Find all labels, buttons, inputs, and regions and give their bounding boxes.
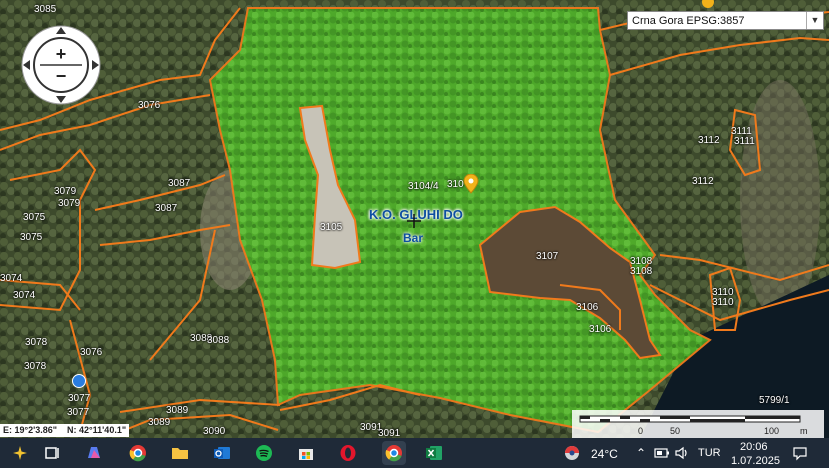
outlook-icon[interactable] xyxy=(212,443,232,463)
opera-icon[interactable] xyxy=(338,443,358,463)
parcel-label: 3104/4 xyxy=(408,181,439,192)
parcel-label: 3087 xyxy=(168,178,191,189)
place-subname: Bar xyxy=(403,231,424,245)
parcel-label: 3108 xyxy=(630,266,653,277)
parcel-label: 3079 xyxy=(58,198,81,209)
parcel-label: 3077 xyxy=(67,407,90,418)
crs-select[interactable]: Crna Gora EPSG:3857 ▼ xyxy=(627,11,824,30)
clock-time[interactable]: 20:06 xyxy=(740,441,768,453)
task-view-icon[interactable] xyxy=(42,443,62,463)
parcel-label: 3089 xyxy=(148,417,171,428)
longitude-value: E: 19°2'3.86" xyxy=(3,425,58,435)
coordinate-readout: E: 19°2'3.86" N: 42°11'40.1" xyxy=(0,424,130,437)
parcel-label: 3079 xyxy=(54,186,77,197)
chevron-down-icon[interactable]: ▼ xyxy=(806,12,823,29)
map-view[interactable]: 3085 3076 3079 3079 3075 3075 3087 3087 … xyxy=(0,0,829,438)
scale-unit-label: m xyxy=(800,426,808,436)
spotify-icon[interactable] xyxy=(254,443,274,463)
parcel-label: 3112 xyxy=(698,135,720,146)
chevron-up-icon[interactable]: ⌃ xyxy=(636,446,646,460)
file-explorer-icon[interactable] xyxy=(170,443,190,463)
parcel-label: 3106 xyxy=(589,324,612,335)
parcel-label: 3089 xyxy=(166,405,189,416)
info-marker-icon[interactable] xyxy=(72,374,86,388)
copilot-icon[interactable] xyxy=(84,443,104,463)
parcel-label: 3078 xyxy=(24,361,47,372)
parcel-label: 3078 xyxy=(25,337,48,348)
excel-icon[interactable] xyxy=(424,443,444,463)
microsoft-store-icon[interactable] xyxy=(296,443,316,463)
scale-bar: 0 50 100 m xyxy=(572,410,824,438)
parcel-label: 310 xyxy=(447,179,464,190)
notifications-icon[interactable] xyxy=(790,443,810,463)
scale-tick-label: 0 xyxy=(638,426,644,436)
parcel-label: 3074 xyxy=(0,273,23,284)
map-navigation-control[interactable]: + − xyxy=(20,24,102,106)
windows-taskbar: 24°C ⌃ TUR 20:06 1.07.2025 xyxy=(0,438,829,468)
parcel-label: 3090 xyxy=(203,426,226,437)
location-pin-icon[interactable] xyxy=(463,174,479,194)
parcel-label: 3075 xyxy=(20,232,43,243)
parcel-label: 3110 xyxy=(712,297,734,308)
scale-tick-label: 50 xyxy=(670,426,681,436)
parcel-label: 3088 xyxy=(207,335,230,346)
parcel-label: 3076 xyxy=(138,100,161,111)
parcel-label: 3091 xyxy=(378,428,401,438)
weather-icon[interactable] xyxy=(562,443,582,463)
scale-tick-label: 100 xyxy=(764,426,780,436)
volume-icon[interactable] xyxy=(672,443,692,463)
parcel-label: 3076 xyxy=(80,347,103,358)
parcel-label: 5799/1 xyxy=(759,395,790,406)
parcel-label: 3075 xyxy=(23,212,46,223)
language-indicator[interactable]: TUR xyxy=(698,447,721,459)
parcel-label: 3074 xyxy=(13,290,36,301)
location-pin-icon[interactable] xyxy=(700,0,716,10)
parcel-label: 3077 xyxy=(68,393,91,404)
scale-bar-graphic xyxy=(579,415,801,423)
parcel-label: 3105 xyxy=(320,222,343,233)
crs-select-value: Crna Gora EPSG:3857 xyxy=(632,15,745,27)
parcel-label: 3112 xyxy=(692,176,714,187)
battery-icon[interactable] xyxy=(652,443,672,463)
temperature-text: 24°C xyxy=(591,447,618,461)
zoom-in-button[interactable]: + xyxy=(51,44,71,64)
parcel-label: 3111 xyxy=(734,136,755,147)
parcel-label: 3106 xyxy=(576,302,599,313)
zoom-out-button[interactable]: − xyxy=(51,66,71,86)
latitude-value: N: 42°11'40.1" xyxy=(67,425,127,435)
parcel-label: 3087 xyxy=(155,203,178,214)
clock-date[interactable]: 1.07.2025 xyxy=(731,455,780,467)
start-button[interactable] xyxy=(10,443,30,463)
rocky-area xyxy=(740,80,820,320)
chrome-active-icon[interactable] xyxy=(382,441,406,465)
crosshair-icon xyxy=(407,214,421,228)
chrome-icon[interactable] xyxy=(128,443,148,463)
parcel-label: 3085 xyxy=(34,4,57,15)
parcel-label: 3107 xyxy=(536,251,559,262)
